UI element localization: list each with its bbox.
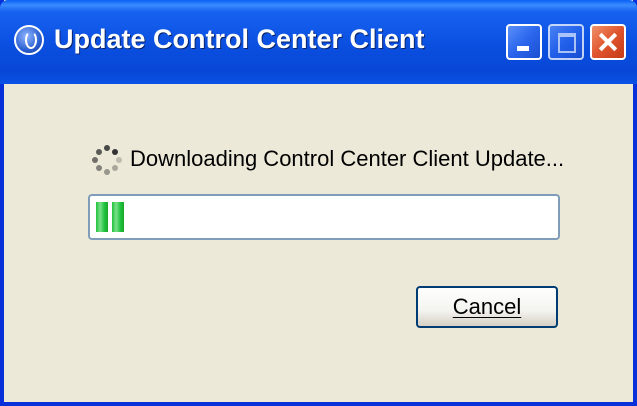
window-title: Update Control Center Client (54, 24, 425, 54)
progress-block (112, 202, 124, 232)
cancel-button[interactable]: Cancel (416, 286, 558, 328)
spinner-dot (92, 157, 98, 163)
minimize-icon[interactable] (506, 24, 542, 60)
spinner-dot (104, 169, 110, 175)
spinner-dot (95, 165, 102, 172)
status-message: Downloading Control Center Client Update… (130, 146, 565, 171)
loading-spinner-icon (90, 143, 124, 177)
progress-block (96, 202, 108, 232)
spinner-dot (112, 148, 119, 155)
download-progress-bar (88, 194, 560, 240)
title-bar[interactable]: Update Control Center Client (0, 0, 637, 84)
spinner-dot (95, 148, 102, 155)
maximize-icon[interactable] (548, 24, 584, 60)
update-app-icon[interactable] (14, 25, 44, 55)
spinner-dot (104, 145, 110, 151)
spinner-dot (116, 157, 122, 163)
cancel-button-label: Cancel (452, 294, 522, 319)
close-icon[interactable] (590, 24, 626, 60)
spinner-dot (112, 165, 119, 172)
progress-fill (96, 202, 128, 232)
